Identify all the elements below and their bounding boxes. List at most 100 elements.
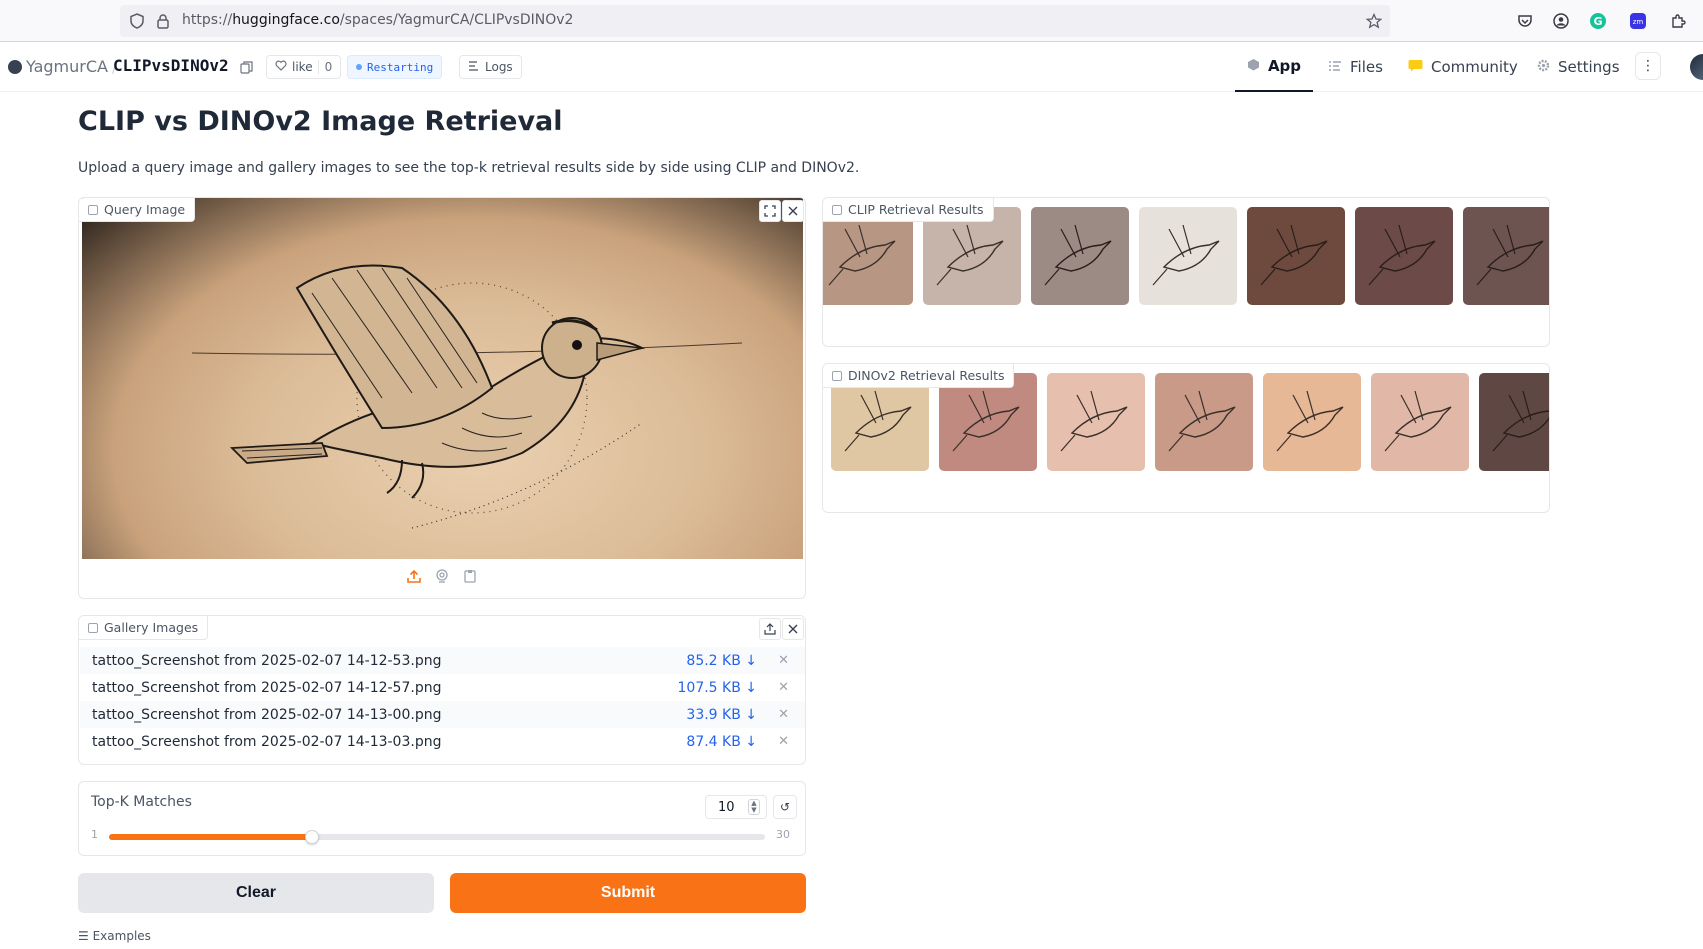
- logs-button[interactable]: Logs: [459, 55, 522, 79]
- repo-name[interactable]: CLIPvsDINOv2: [113, 56, 229, 75]
- extensions-puzzle-icon[interactable]: [1668, 11, 1688, 31]
- examples-toggle[interactable]: ☰ Examples: [78, 929, 151, 943]
- file-download-link[interactable]: 85.2 KB ↓: [686, 653, 757, 669]
- query-source-toolbar: [79, 567, 805, 589]
- gallery-images-block[interactable]: Gallery Images tattoo_Screenshot from 20…: [78, 615, 806, 765]
- query-image-block[interactable]: Query Image: [78, 197, 806, 599]
- like-label: like: [292, 60, 313, 74]
- files-icon: [1328, 58, 1342, 76]
- grammarly-extension-icon[interactable]: G: [1588, 11, 1608, 31]
- slider-min-label: 1: [91, 828, 98, 841]
- submit-button[interactable]: Submit: [450, 873, 806, 913]
- status-dot-icon: [356, 64, 362, 70]
- zoom-extension-icon[interactable]: zm: [1628, 11, 1648, 31]
- owner-avatar: [8, 59, 22, 74]
- image-icon: [832, 370, 842, 381]
- remove-file-icon[interactable]: ✕: [778, 653, 789, 668]
- result-thumbnail[interactable]: [1155, 373, 1253, 471]
- file-icon: [88, 622, 98, 633]
- tab-settings[interactable]: Settings: [1537, 42, 1620, 92]
- topk-block: Top-K Matches 10 ▲ ▼ ↺ 1 30: [78, 781, 806, 856]
- result-thumbnail[interactable]: [1263, 373, 1361, 471]
- file-row: tattoo_Screenshot from 2025-02-07 14-12-…: [80, 674, 805, 701]
- more-options-button[interactable]: ⋮: [1635, 52, 1661, 80]
- account-icon[interactable]: [1551, 11, 1571, 31]
- clipboard-icon[interactable]: [461, 567, 479, 585]
- list-icon: ☰: [78, 929, 89, 943]
- tab-app[interactable]: App: [1235, 42, 1313, 92]
- image-icon: [88, 204, 98, 215]
- owner-name: YagmurCA: [26, 57, 108, 76]
- status-badge: Restarting: [347, 55, 443, 79]
- user-avatar[interactable]: [1690, 54, 1703, 80]
- upload-icon[interactable]: [759, 618, 781, 640]
- remove-file-icon[interactable]: ✕: [778, 680, 789, 695]
- shield-icon[interactable]: [128, 12, 146, 30]
- like-button[interactable]: like 0: [266, 55, 342, 79]
- logs-label: Logs: [485, 60, 513, 74]
- stepper-arrows-icon[interactable]: ▲ ▼: [748, 799, 760, 815]
- space-header: YagmurCA / CLIPvsDINOv2 like 0 Restartin…: [0, 42, 1703, 92]
- topk-slider[interactable]: [109, 830, 765, 844]
- file-row: tattoo_Screenshot from 2025-02-07 14-12-…: [80, 647, 805, 674]
- lock-icon[interactable]: [154, 12, 172, 30]
- remove-file-icon[interactable]: ✕: [778, 707, 789, 722]
- app-cube-icon: [1247, 57, 1260, 75]
- slider-max-label: 30: [776, 828, 790, 841]
- copy-icon[interactable]: [240, 59, 253, 78]
- status-text: Restarting: [367, 60, 434, 74]
- clear-button[interactable]: Clear: [78, 873, 434, 913]
- vertical-dots-icon: ⋮: [1641, 58, 1655, 74]
- dino-results-label-text: DINOv2 Retrieval Results: [848, 368, 1005, 383]
- file-name: tattoo_Screenshot from 2025-02-07 14-12-…: [92, 652, 442, 669]
- file-name: tattoo_Screenshot from 2025-02-07 14-13-…: [92, 706, 442, 723]
- remove-file-icon[interactable]: ✕: [778, 734, 789, 749]
- file-row: tattoo_Screenshot from 2025-02-07 14-13-…: [80, 701, 805, 728]
- file-name: tattoo_Screenshot from 2025-02-07 14-13-…: [92, 733, 442, 750]
- reset-icon[interactable]: ↺: [773, 795, 797, 819]
- svg-text:G: G: [1593, 15, 1602, 28]
- result-thumbnail[interactable]: [1031, 207, 1129, 305]
- gallery-images-label-text: Gallery Images: [104, 620, 199, 635]
- community-icon: [1408, 58, 1423, 76]
- result-thumbnail[interactable]: [1371, 373, 1469, 471]
- like-count: 0: [317, 60, 332, 74]
- file-name: tattoo_Screenshot from 2025-02-07 14-12-…: [92, 679, 442, 696]
- page-description: Upload a query image and gallery images …: [78, 160, 860, 176]
- image-icon: [832, 204, 842, 215]
- file-download-link[interactable]: 107.5 KB ↓: [678, 680, 758, 696]
- slider-handle[interactable]: [305, 830, 320, 844]
- fullscreen-icon[interactable]: [759, 200, 781, 222]
- dino-results-block: DINOv2 Retrieval Results: [822, 363, 1550, 513]
- gallery-images-label: Gallery Images: [79, 616, 209, 640]
- tab-files[interactable]: Files: [1328, 42, 1383, 92]
- bookmark-star-icon[interactable]: [1365, 12, 1383, 30]
- url-host: huggingface.co: [232, 12, 340, 28]
- gear-icon: [1537, 58, 1550, 76]
- result-thumbnail[interactable]: [1247, 207, 1345, 305]
- tab-app-label: App: [1267, 57, 1302, 75]
- result-thumbnail[interactable]: [1047, 373, 1145, 471]
- query-image-label-text: Query Image: [104, 202, 186, 217]
- topk-number-input[interactable]: 10 ▲ ▼: [705, 795, 767, 819]
- query-image: [82, 198, 803, 559]
- tab-settings-label: Settings: [1558, 58, 1620, 76]
- svg-text:zm: zm: [1633, 18, 1644, 26]
- address-bar[interactable]: https://huggingface.co/spaces/YagmurCA/C…: [120, 5, 1390, 37]
- tab-community[interactable]: Community: [1408, 42, 1518, 92]
- webcam-icon[interactable]: [433, 567, 451, 585]
- url-path: /spaces/YagmurCA/CLIPvsDINOv2: [339, 12, 574, 28]
- result-thumbnail[interactable]: [1479, 373, 1549, 471]
- owner-link[interactable]: YagmurCA /: [8, 57, 117, 76]
- close-icon[interactable]: [782, 618, 804, 640]
- upload-icon[interactable]: [405, 567, 423, 585]
- tab-community-label: Community: [1431, 58, 1518, 76]
- topk-label: Top-K Matches: [91, 794, 192, 810]
- result-thumbnail[interactable]: [1463, 207, 1549, 305]
- result-thumbnail[interactable]: [1355, 207, 1453, 305]
- pocket-icon[interactable]: [1515, 11, 1535, 31]
- close-icon[interactable]: [782, 200, 804, 222]
- file-download-link[interactable]: 33.9 KB ↓: [686, 707, 757, 723]
- file-download-link[interactable]: 87.4 KB ↓: [686, 734, 757, 750]
- result-thumbnail[interactable]: [1139, 207, 1237, 305]
